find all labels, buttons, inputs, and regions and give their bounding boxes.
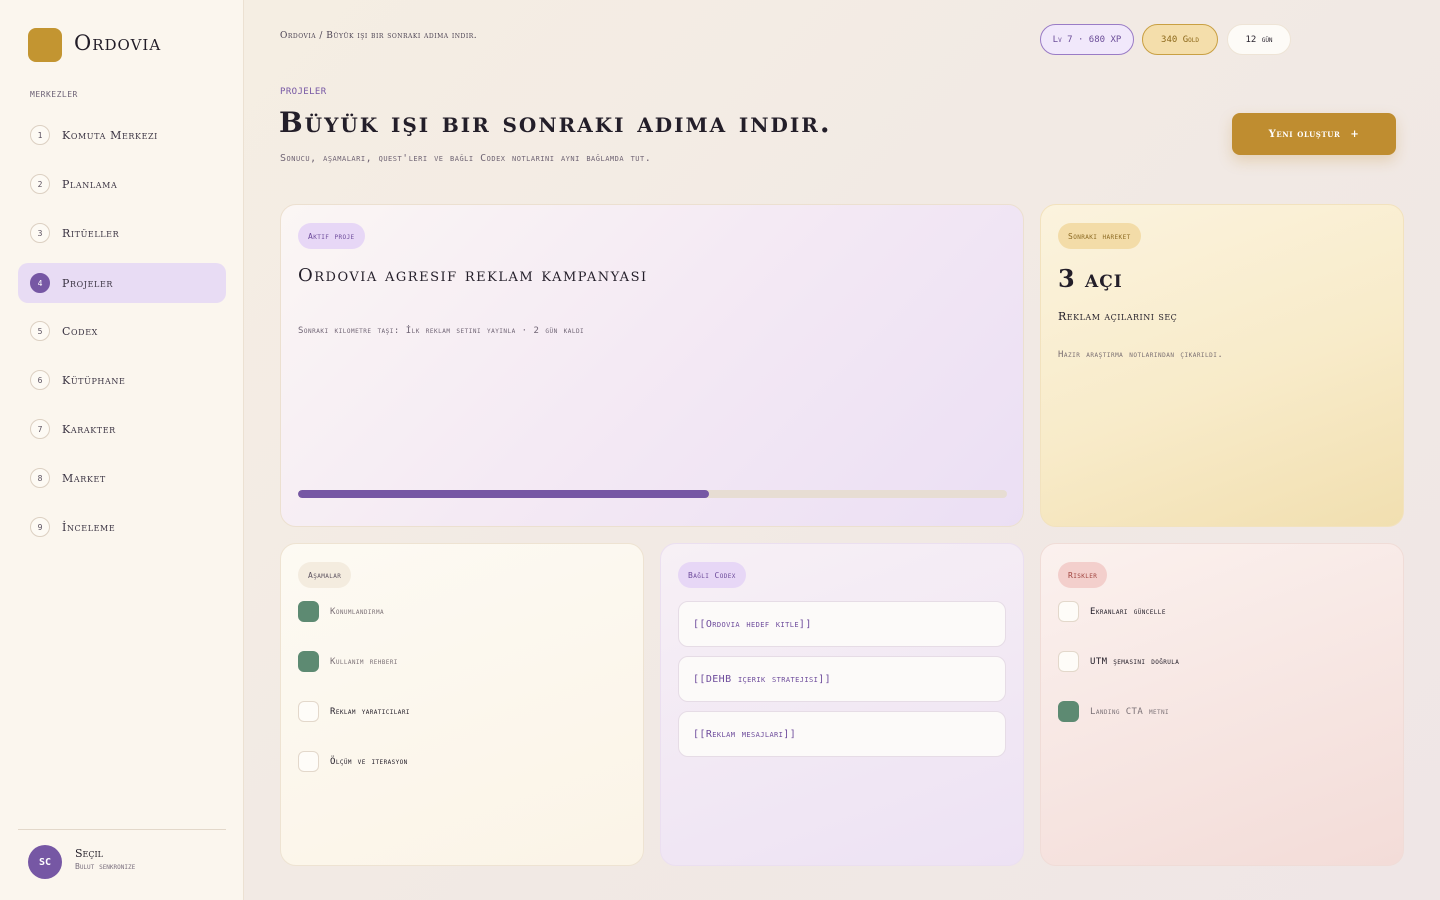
sidebar-item-inceleme[interactable]: 9 İnceleme [18, 507, 226, 547]
sidebar-item-label: İnceleme [62, 520, 116, 534]
linked-codex-card: Bağlı Codex [[Ordovia hedef kitle]] [[DE… [660, 543, 1024, 866]
gold-badge: 340 Gold [1142, 24, 1218, 55]
risk-item[interactable]: Landing CTA metni [1058, 701, 1169, 722]
nav-number-badge: 4 [30, 273, 50, 293]
sidebar-item-label: Codex [62, 324, 98, 338]
logo-mark-icon [28, 28, 62, 62]
sidebar-item-kutuphane[interactable]: 6 Kütüphane [18, 360, 226, 400]
project-progress-bar [298, 490, 1007, 498]
stages-card: Aşamalar Konumlandırma Kullanım rehberi … [280, 543, 644, 866]
nav-number-badge: 9 [30, 517, 50, 537]
create-new-button[interactable]: Yeni oluştur + [1232, 113, 1396, 155]
breadcrumb: Ordovia / Büyük işi bir sonraki adıma in… [280, 31, 478, 41]
sidebar-item-label: Karakter [62, 422, 116, 436]
nav-number-badge: 1 [30, 125, 50, 145]
stage-item[interactable]: Konumlandırma [298, 601, 384, 622]
create-new-label: Yeni oluştur [1268, 128, 1341, 140]
checkbox[interactable] [1058, 651, 1079, 672]
codex-link[interactable]: [[Reklam mesajları]] [678, 711, 1006, 757]
next-move-title: Reklam açılarını seç [1058, 310, 1178, 323]
sidebar-item-label: Komuta Merkezi [62, 128, 158, 142]
nav-number-badge: 8 [30, 468, 50, 488]
nav-number-badge: 6 [30, 370, 50, 390]
nav-number-badge: 7 [30, 419, 50, 439]
next-move-card[interactable]: Sonraki hareket 3 açı Reklam açılarını s… [1040, 204, 1404, 527]
stage-label: Ölçüm ve iterasyon [330, 756, 408, 767]
next-move-count: 3 açı [1058, 264, 1123, 293]
risk-label: UTM şemasını doğrula [1090, 656, 1180, 667]
project-title: Ordovia agresif reklam kampanyası [298, 265, 648, 286]
sidebar-item-market[interactable]: 8 Market [18, 458, 226, 498]
risk-label: Landing CTA metni [1090, 706, 1170, 717]
page-eyebrow: PROJELER [280, 87, 327, 97]
active-project-card[interactable]: Aktif proje Ordovia agresif reklam kampa… [280, 204, 1024, 527]
active-project-tag: Aktif proje [298, 223, 365, 249]
codex-link[interactable]: [[DEHB içerik stratejisi]] [678, 656, 1006, 702]
codex-tag: Bağlı Codex [678, 562, 746, 588]
checkbox[interactable] [298, 701, 319, 722]
nav-section-label: MERKEZLER [30, 90, 78, 99]
sidebar-item-planlama[interactable]: 2 Planlama [18, 164, 226, 204]
sidebar-item-label: Ritüeller [62, 226, 120, 240]
risks-tag: Riskler [1058, 562, 1108, 588]
risks-card: Riskler Ekranları güncelle UTM şemasını … [1040, 543, 1404, 866]
sidebar-item-codex[interactable]: 5 Codex [18, 311, 226, 351]
sidebar-item-karakter[interactable]: 7 Karakter [18, 409, 226, 449]
app-logo-text: Ordovia [74, 31, 162, 55]
avatar[interactable]: SC [28, 845, 62, 879]
nav-number-badge: 5 [30, 321, 50, 341]
sync-status: Bulut senkronize [75, 862, 136, 871]
sidebar-divider [18, 829, 226, 830]
sidebar-item-projeler[interactable]: 4 Projeler [18, 263, 226, 303]
checkbox-checked[interactable] [298, 651, 319, 672]
stage-label: Kullanım rehberi [330, 656, 398, 667]
sidebar-item-label: Projeler [62, 276, 114, 290]
checkbox[interactable] [1058, 601, 1079, 622]
stage-label: Reklam yaratıcıları [330, 706, 410, 717]
sidebar-item-rituller[interactable]: 3 Ritüeller [18, 213, 226, 253]
next-move-note: Hazır araştırma notlarından çıkarıldı. [1058, 350, 1224, 360]
sidebar-item-label: Market [62, 471, 106, 485]
nav-number-badge: 3 [30, 223, 50, 243]
nav-number-badge: 2 [30, 174, 50, 194]
risk-item[interactable]: UTM şemasını doğrula [1058, 651, 1179, 672]
page-subtitle: Sonucu, aşamaları, quest'leri ve bağlı C… [280, 153, 652, 164]
streak-badge: 12 gün [1227, 24, 1291, 55]
next-move-tag: Sonraki hareket [1058, 223, 1141, 249]
stage-label: Konumlandırma [330, 606, 384, 617]
sidebar-item-label: Planlama [62, 177, 118, 191]
stages-tag: Aşamalar [298, 562, 352, 588]
sidebar-item-label: Kütüphane [62, 373, 126, 387]
page-title: Büyük işi bir sonraki adıma indir. [279, 106, 832, 139]
checkbox[interactable] [298, 751, 319, 772]
risk-item[interactable]: Ekranları güncelle [1058, 601, 1166, 622]
level-xp-badge: Lv 7 · 680 XP [1040, 24, 1134, 55]
plus-icon: + [1350, 128, 1360, 140]
stage-item[interactable]: Ölçüm ve iterasyon [298, 751, 408, 772]
project-milestone: Sonraki kilometre taşı: İlk reklam setin… [298, 326, 585, 336]
codex-link[interactable]: [[Ordovia hedef kitle]] [678, 601, 1006, 647]
stage-item[interactable]: Kullanım rehberi [298, 651, 398, 672]
project-progress-fill [298, 490, 710, 498]
checkbox-checked[interactable] [298, 601, 319, 622]
user-name: Seçil [75, 847, 103, 860]
risk-label: Ekranları güncelle [1090, 606, 1166, 617]
stage-item[interactable]: Reklam yaratıcıları [298, 701, 410, 722]
sidebar-item-komuta-merkezi[interactable]: 1 Komuta Merkezi [18, 115, 226, 155]
sidebar: Ordovia MERKEZLER 1 Komuta Merkezi 2 Pla… [0, 0, 244, 900]
checkbox-checked[interactable] [1058, 701, 1079, 722]
